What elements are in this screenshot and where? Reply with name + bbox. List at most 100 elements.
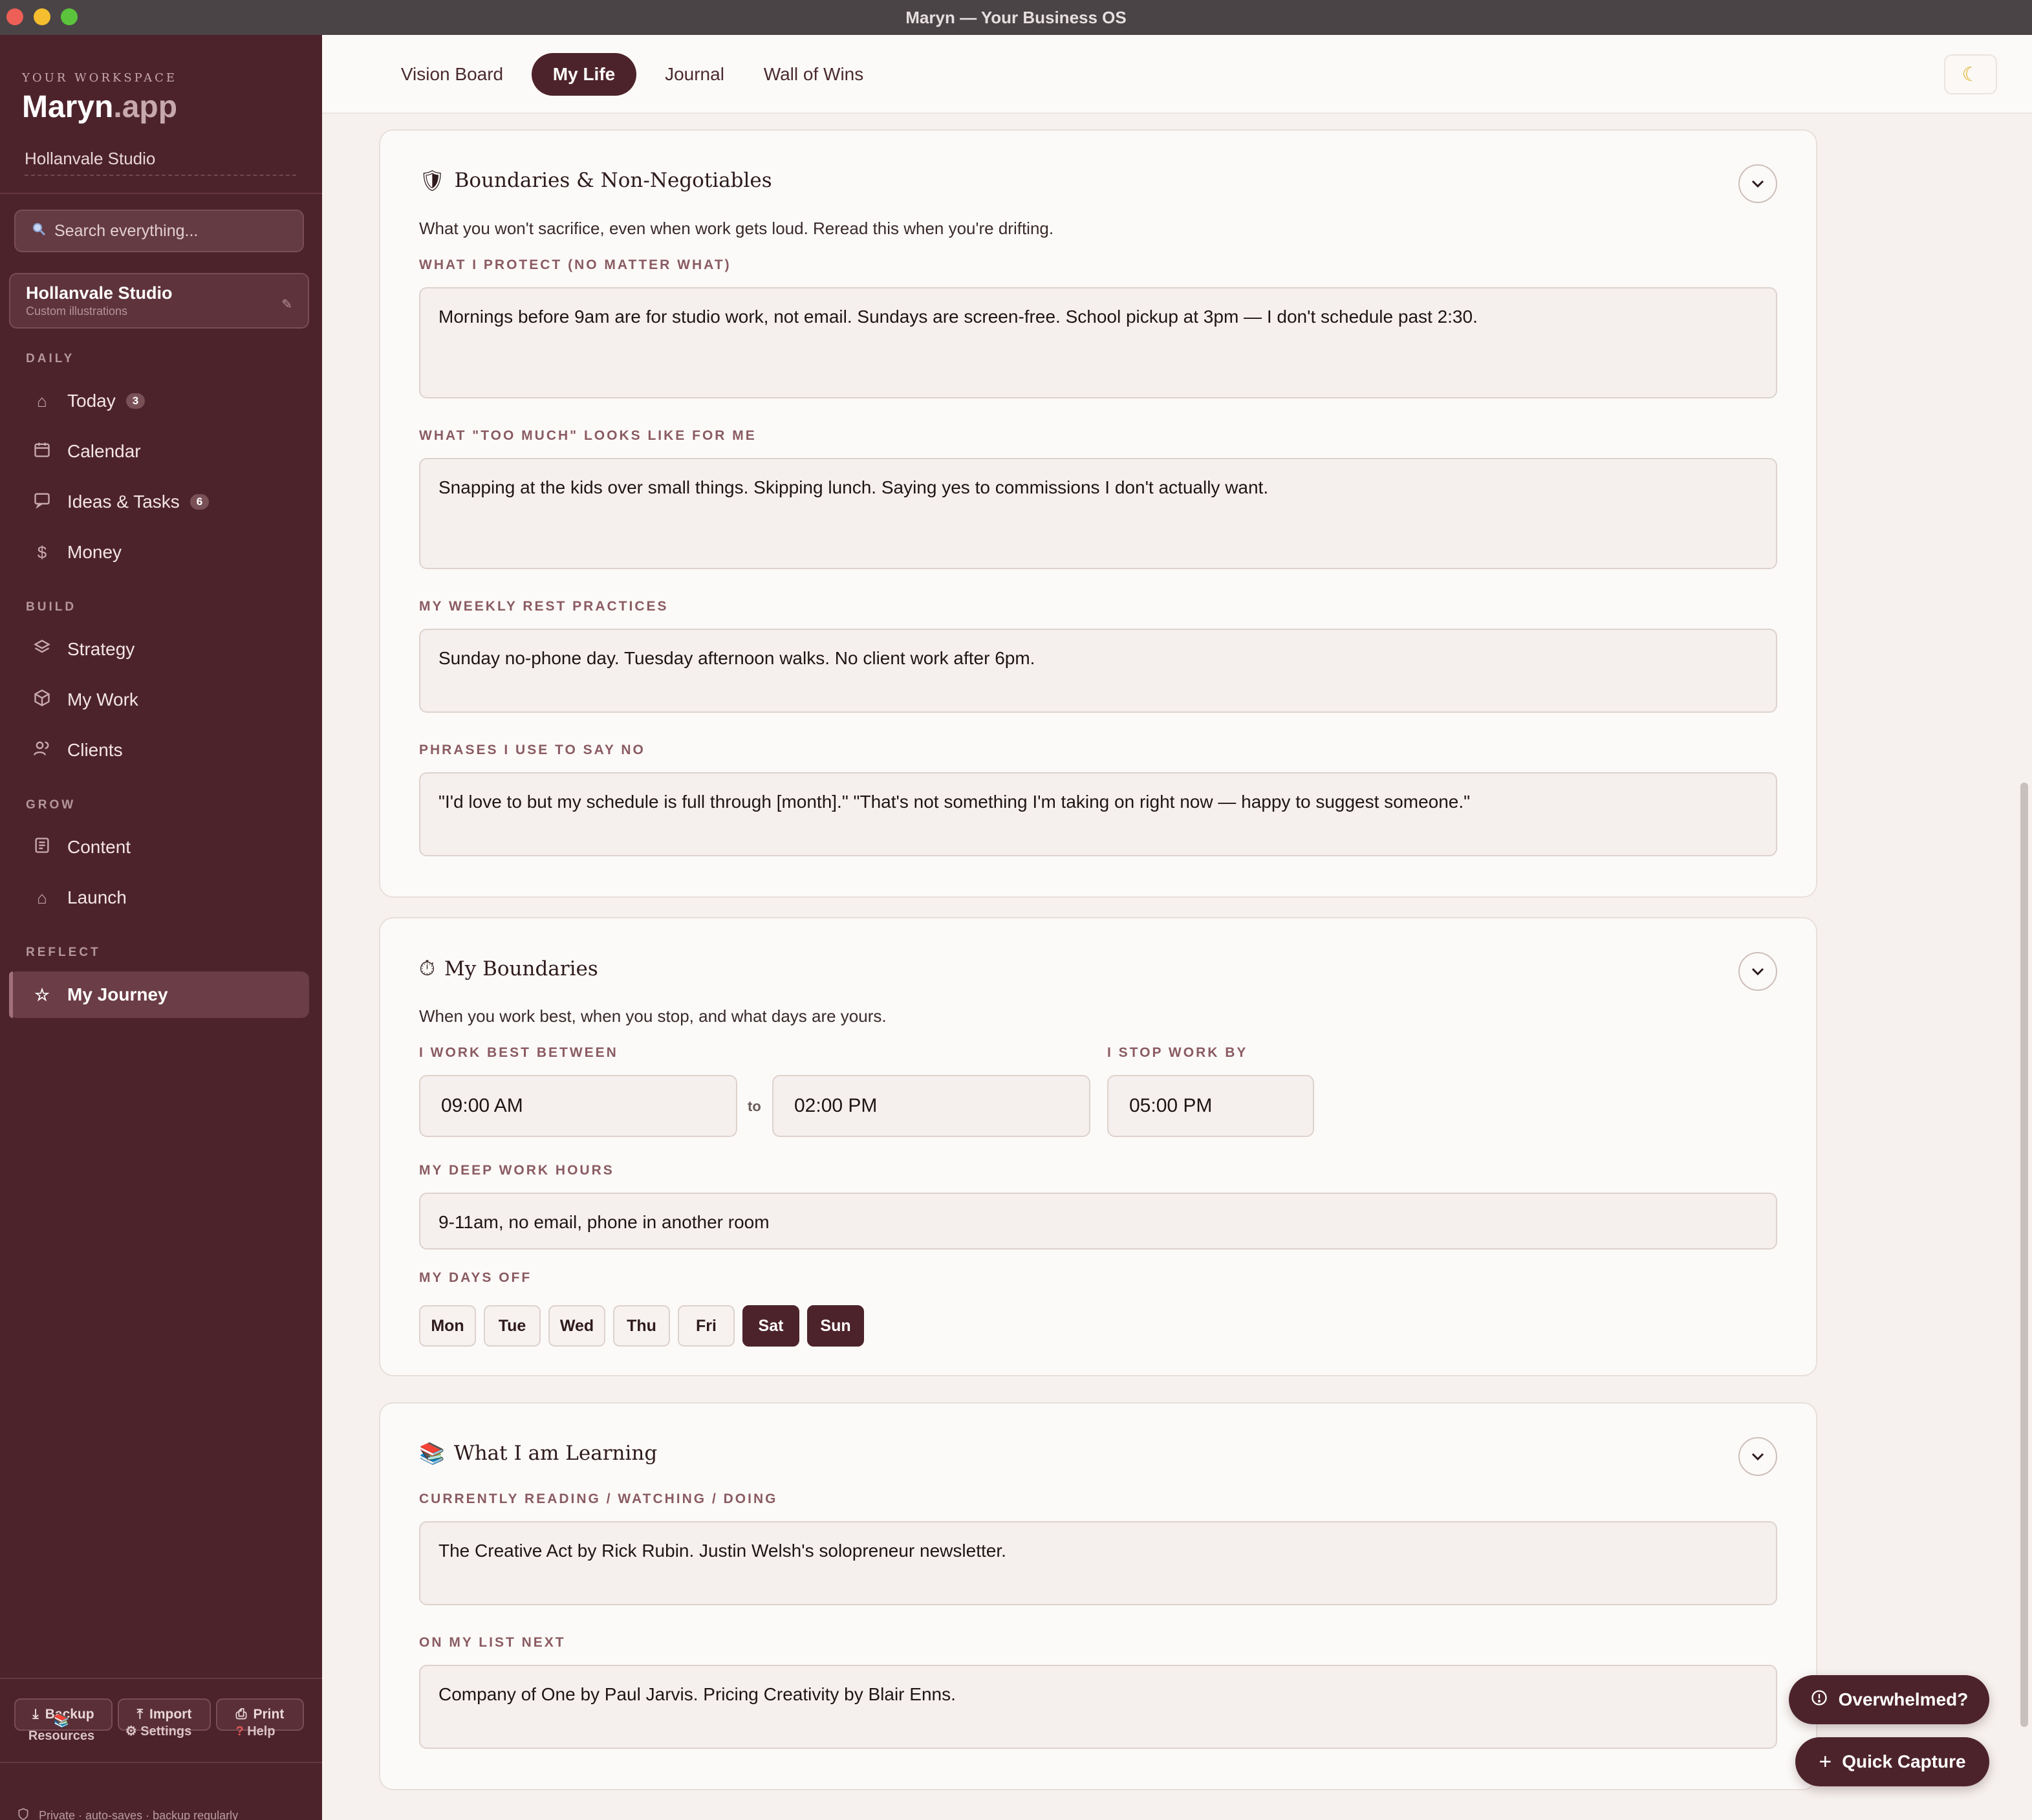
section-label-build: BUILD bbox=[26, 600, 77, 614]
card-title-text: What I am Learning bbox=[453, 1442, 658, 1465]
dollar-icon: $ bbox=[37, 542, 47, 562]
workspace-label: YOUR WORKSPACE bbox=[22, 71, 178, 85]
card-title: 🛡 Boundaries & Non-Negotiables bbox=[419, 168, 772, 193]
tab-my-life[interactable]: My Life bbox=[532, 53, 636, 96]
card-description: When you work best, when you stop, and w… bbox=[419, 1006, 887, 1026]
collapse-chevron-icon[interactable] bbox=[1738, 952, 1777, 991]
brand-name: Maryn bbox=[22, 90, 114, 124]
say-no-phrases-textarea[interactable]: "I'd love to but my schedule is full thr… bbox=[419, 772, 1777, 856]
sidebar-bottom-divider bbox=[0, 1762, 322, 1763]
calendar-icon bbox=[32, 440, 52, 463]
brand-logo[interactable]: Maryn.app bbox=[22, 89, 177, 125]
sidebar-item-label: Content bbox=[67, 837, 131, 857]
field-label: CURRENTLY READING / WATCHING / DOING bbox=[419, 1491, 778, 1506]
main-scrollbar[interactable] bbox=[2020, 783, 2028, 1727]
tab-journal[interactable]: Journal bbox=[654, 53, 735, 96]
days-off-label: MY DAYS OFF bbox=[419, 1270, 532, 1285]
books-icon: 📚 bbox=[419, 1441, 445, 1466]
stop-time-input[interactable]: 05:00 PM bbox=[1107, 1075, 1314, 1137]
protect-textarea[interactable]: Mornings before 9am are for studio work,… bbox=[419, 287, 1777, 398]
settings-link[interactable]: ⚙ Settings bbox=[116, 1723, 200, 1739]
plus-icon: + bbox=[1819, 1749, 1832, 1774]
section-label-daily: DAILY bbox=[26, 352, 75, 365]
day-toggle-sat[interactable]: Sat bbox=[742, 1305, 799, 1347]
list-next-textarea[interactable]: Company of One by Paul Jarvis. Pricing C… bbox=[419, 1665, 1777, 1749]
quick-capture-button[interactable]: + Quick Capture bbox=[1795, 1737, 1989, 1786]
day-toggle-mon[interactable]: Mon bbox=[419, 1305, 476, 1347]
rest-practices-textarea[interactable]: Sunday no-phone day. Tuesday afternoon w… bbox=[419, 629, 1777, 713]
day-toggle-sun[interactable]: Sun bbox=[807, 1305, 864, 1347]
sidebar-item-my-journey[interactable]: ☆ My Journey bbox=[9, 971, 309, 1018]
tab-vision-board[interactable]: Vision Board bbox=[389, 53, 515, 96]
day-toggle-fri[interactable]: Fri bbox=[678, 1305, 735, 1347]
my-boundaries-card: ⏱ My Boundaries When you work best, when… bbox=[379, 917, 1817, 1376]
tab-wall-of-wins[interactable]: Wall of Wins bbox=[754, 53, 873, 96]
sidebar-item-label: Clients bbox=[67, 740, 123, 760]
inbox-icon bbox=[32, 491, 52, 514]
collapse-chevron-icon[interactable] bbox=[1738, 1437, 1777, 1476]
currently-reading-textarea[interactable]: The Creative Act by Rick Rubin. Justin W… bbox=[419, 1521, 1777, 1605]
day-toggle-wed[interactable]: Wed bbox=[548, 1305, 605, 1347]
card-title: 📚 What I am Learning bbox=[419, 1441, 657, 1466]
sidebar-divider bbox=[0, 193, 322, 194]
upload-icon: ⤒ bbox=[136, 1707, 143, 1722]
studio-name: Hollanvale Studio bbox=[25, 149, 156, 168]
maximize-window-button[interactable] bbox=[61, 8, 78, 25]
sidebar-item-calendar[interactable]: Calendar bbox=[9, 428, 309, 475]
sidebar-item-launch[interactable]: ⌂ Launch bbox=[9, 874, 309, 921]
shield-icon: 🛡 bbox=[419, 168, 446, 193]
theme-toggle-moon-icon[interactable]: ☾ bbox=[1944, 54, 1997, 94]
import-label: Import bbox=[149, 1707, 192, 1722]
sidebar-item-label: My Work bbox=[67, 689, 138, 710]
sidebar-item-label: Launch bbox=[67, 887, 127, 907]
question-icon: ? bbox=[235, 1724, 244, 1739]
minimize-window-button[interactable] bbox=[34, 8, 50, 25]
resources-link[interactable]: 📚 Resources bbox=[19, 1713, 103, 1744]
window-titlebar: Maryn — Your Business OS bbox=[0, 0, 2032, 35]
close-window-button[interactable] bbox=[6, 8, 23, 25]
search-placeholder: Search everything... bbox=[54, 221, 199, 240]
boundaries-nonnegotiables-card: 🛡 Boundaries & Non-Negotiables What you … bbox=[379, 129, 1817, 898]
edit-pencil-icon[interactable]: ✎ bbox=[281, 296, 292, 312]
card-title: ⏱ My Boundaries bbox=[419, 956, 598, 981]
workspace-switcher[interactable]: Hollanvale Studio Custom illustrations ✎ bbox=[9, 273, 309, 329]
card-title-text: My Boundaries bbox=[444, 957, 598, 980]
deep-work-input[interactable]: 9-11am, no email, phone in another room bbox=[419, 1193, 1777, 1250]
users-icon bbox=[32, 739, 52, 762]
field-label: WHAT I PROTECT (NO MATTER WHAT) bbox=[419, 257, 731, 272]
work-start-time-input[interactable]: 09:00 AM bbox=[419, 1075, 737, 1137]
field-label: MY WEEKLY REST PRACTICES bbox=[419, 599, 669, 614]
sidebar-item-ideas-tasks[interactable]: Ideas & Tasks 6 bbox=[9, 479, 309, 525]
sidebar-footer-divider bbox=[0, 1678, 322, 1679]
stop-work-label: I STOP WORK BY bbox=[1107, 1045, 1248, 1060]
sidebar-item-label: Money bbox=[67, 542, 122, 562]
work-best-label: I WORK BEST BETWEEN bbox=[419, 1045, 618, 1060]
too-much-textarea[interactable]: Snapping at the kids over small things. … bbox=[419, 458, 1777, 569]
sidebar-item-clients[interactable]: Clients bbox=[9, 727, 309, 774]
overwhelmed-label: Overwhelmed? bbox=[1838, 1689, 1969, 1709]
overwhelmed-button[interactable]: Overwhelmed? bbox=[1789, 1675, 1989, 1724]
window-title: Maryn — Your Business OS bbox=[905, 7, 1127, 27]
sidebar-item-strategy[interactable]: Strategy bbox=[9, 626, 309, 673]
privacy-note: Private · auto-saves · backup regularly bbox=[17, 1807, 238, 1820]
studio-divider bbox=[25, 175, 296, 176]
resources-label: Resources bbox=[28, 1729, 95, 1743]
sidebar-item-my-work[interactable]: My Work bbox=[9, 677, 309, 723]
deep-work-label: MY DEEP WORK HOURS bbox=[419, 1163, 614, 1178]
sidebar-item-content[interactable]: Content bbox=[9, 824, 309, 871]
search-input[interactable]: Search everything... bbox=[14, 210, 304, 252]
field-label: ON MY LIST NEXT bbox=[419, 1635, 566, 1650]
day-toggle-tue[interactable]: Tue bbox=[484, 1305, 541, 1347]
sidebar-item-today[interactable]: ⌂ Today 3 bbox=[9, 378, 309, 424]
day-toggle-thu[interactable]: Thu bbox=[613, 1305, 670, 1347]
work-end-time-input[interactable]: 02:00 PM bbox=[772, 1075, 1090, 1137]
to-label: to bbox=[748, 1098, 761, 1114]
sidebar-item-money[interactable]: $ Money bbox=[9, 529, 309, 576]
box-icon bbox=[32, 689, 52, 711]
help-link[interactable]: ? Help bbox=[220, 1724, 291, 1739]
settings-label: Settings bbox=[140, 1724, 192, 1739]
collapse-chevron-icon[interactable] bbox=[1738, 164, 1777, 203]
learning-card: 📚 What I am Learning CURRENTLY READING /… bbox=[379, 1402, 1817, 1790]
layers-icon bbox=[32, 638, 52, 661]
rocket-icon: ⌂ bbox=[37, 887, 47, 907]
